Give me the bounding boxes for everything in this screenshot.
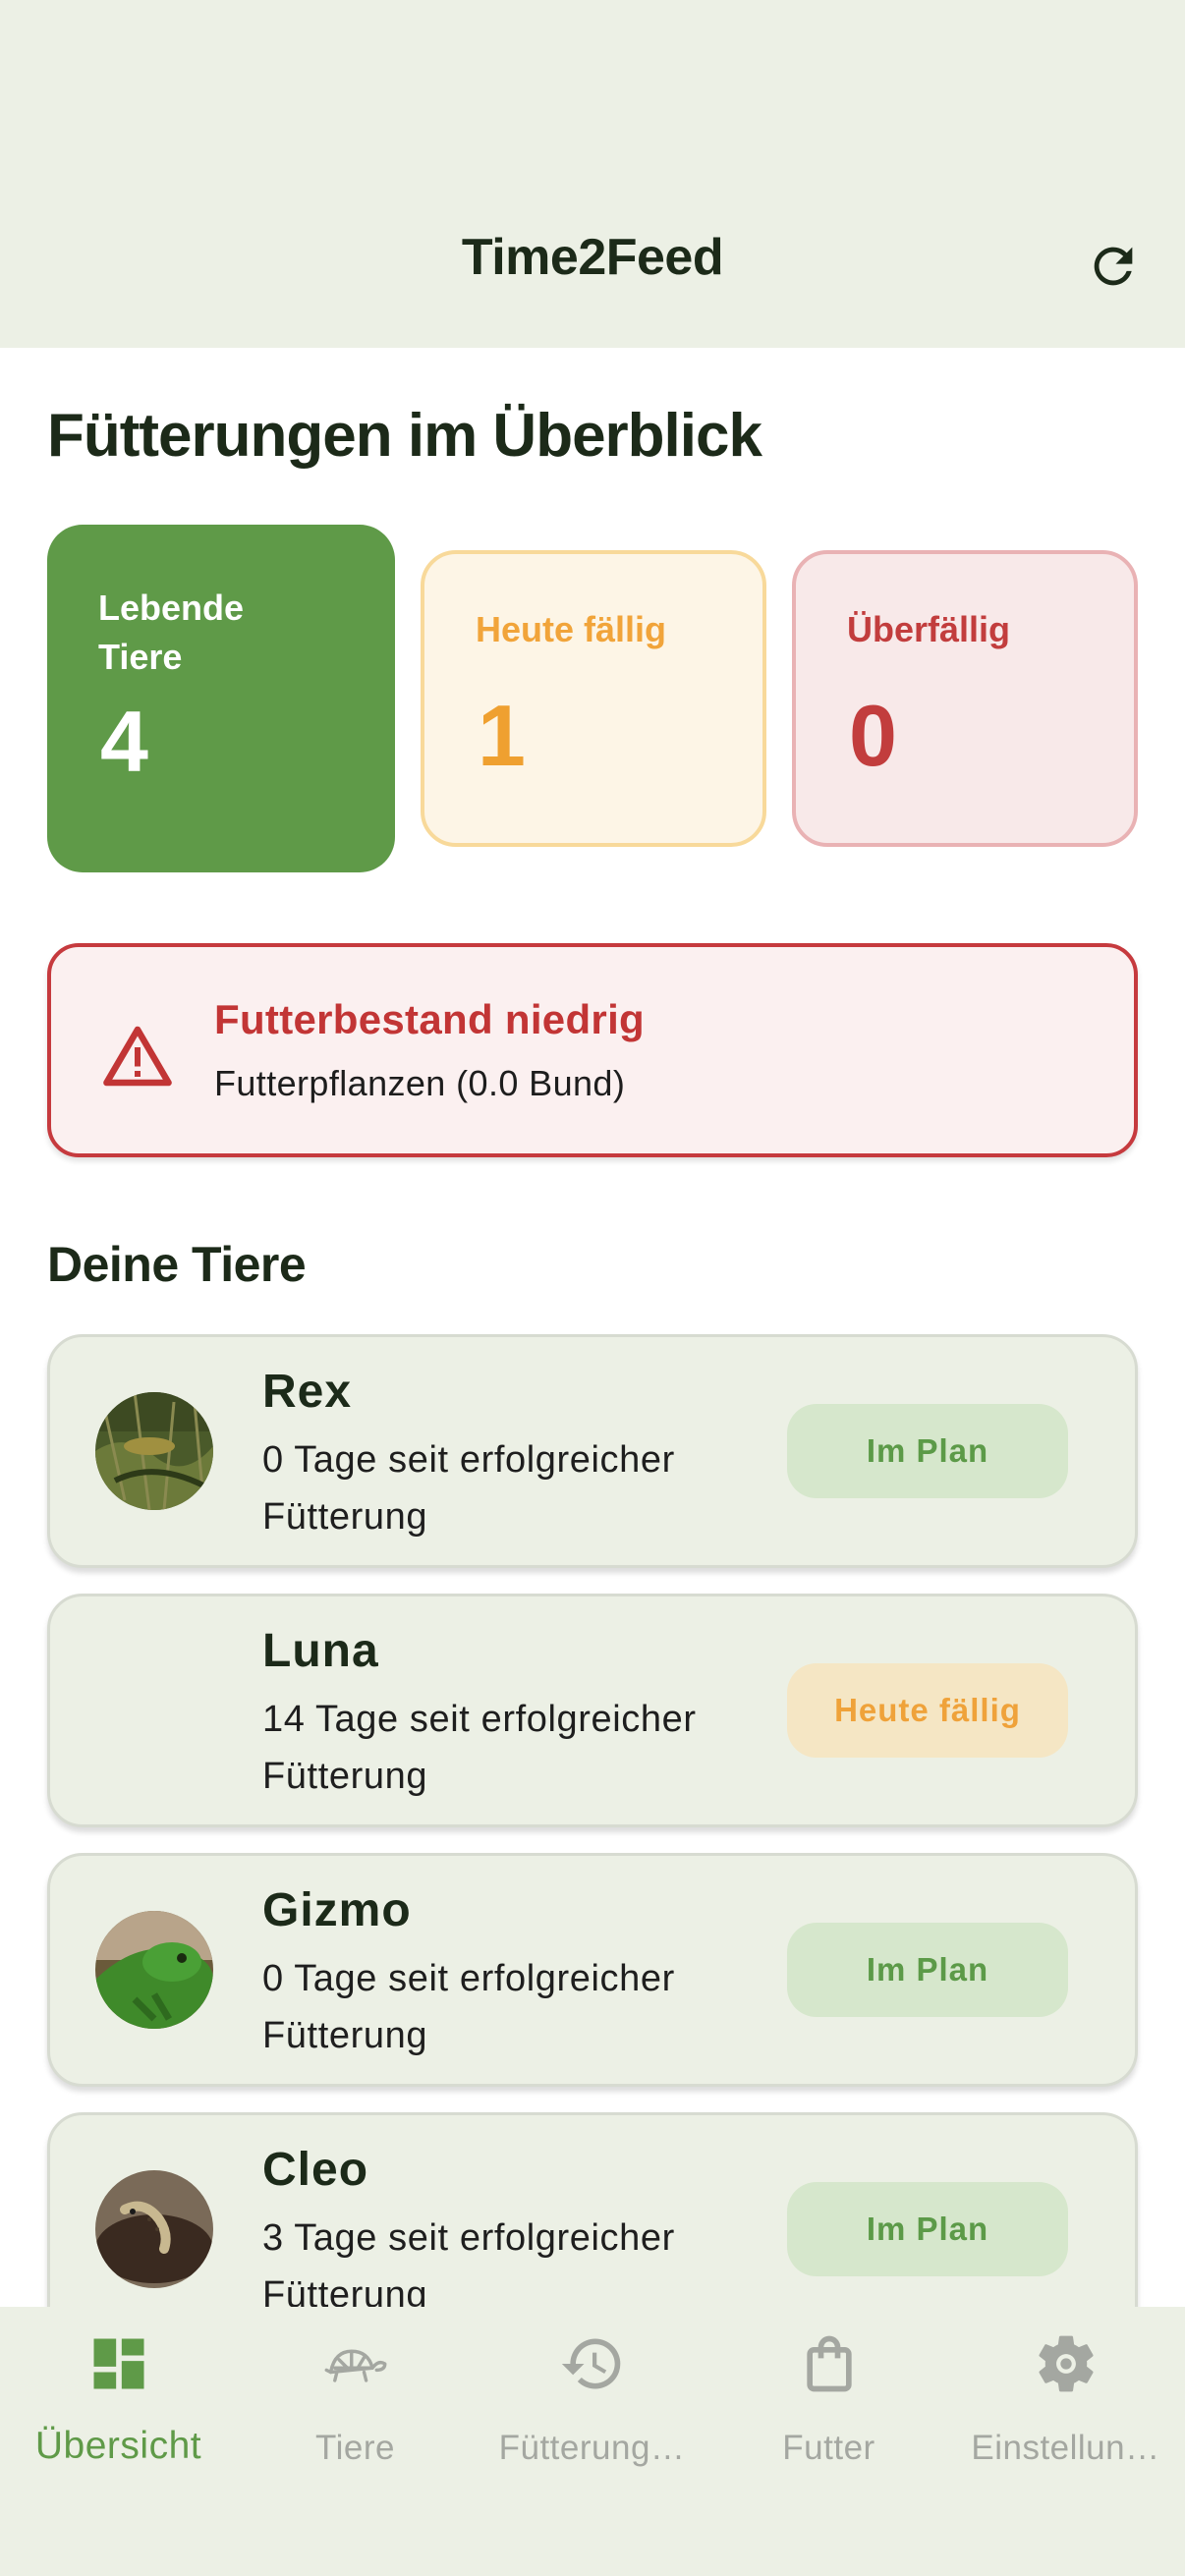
history-icon — [561, 2338, 620, 2389]
animal-feeding-info: 0 Tage seit erfolgreicher Fütterung — [262, 1439, 675, 1538]
stat-label: Überfällig — [847, 609, 1011, 649]
animal-name: Cleo — [262, 2144, 369, 2196]
stat-value: 4 — [100, 693, 148, 790]
status-badge: Heute fällig — [787, 1663, 1068, 1758]
stat-card-due-today[interactable]: Heute fällig 1 — [421, 550, 766, 847]
nav-label: Einstellun… — [971, 2429, 1160, 2467]
turtle-icon — [324, 2349, 386, 2382]
nav-label: Übersicht — [34, 2425, 202, 2467]
app-title: Time2Feed — [461, 229, 724, 286]
animal-name: Rex — [262, 1366, 353, 1418]
stat-value: 1 — [478, 687, 526, 784]
nav-item-animals[interactable]: Tiere — [237, 2307, 474, 2503]
animal-card-rex[interactable]: Rex 0 Tage seit erfolgreicher Fütterung … — [47, 1334, 1138, 1568]
animal-name: Gizmo — [262, 1884, 412, 1936]
status-badge: Im Plan — [787, 2182, 1068, 2276]
nav-label: Tiere — [315, 2429, 395, 2467]
bottom-navigation: Übersicht Tiere Fütterung… Futter Einste… — [0, 2307, 1185, 2576]
alert-title: Futterbestand niedrig — [214, 996, 645, 1042]
warning-icon — [103, 1026, 172, 1087]
app-screen: Time2Feed Fütterungen im Überblick Leben… — [0, 0, 1185, 2576]
animal-avatar — [95, 1911, 213, 2029]
animal-feeding-info: 14 Tage seit erfolgreicher Fütterung — [262, 1699, 697, 1797]
nav-label: Fütterung… — [498, 2429, 686, 2467]
stat-label: Heute fällig — [476, 609, 667, 649]
status-badge: Im Plan — [787, 1923, 1068, 2017]
animal-card-cleo[interactable]: Cleo 3 Tage seit erfolgreicher Fütterung… — [47, 2112, 1138, 2307]
animal-feeding-info: 0 Tage seit erfolgreicher Fütterung — [262, 1958, 675, 2056]
refresh-button[interactable] — [1081, 234, 1146, 299]
animal-avatar — [95, 1392, 213, 1510]
stat-value: 0 — [849, 687, 897, 784]
low-stock-alert[interactable]: Futterbestand niedrig Futterpflanzen (0.… — [47, 943, 1138, 1157]
animal-avatar — [95, 2170, 213, 2288]
stat-card-alive[interactable]: Lebende Tiere 4 — [47, 525, 395, 872]
stat-label: Lebende Tiere — [98, 588, 245, 677]
dashboard-icon — [93, 2338, 143, 2389]
animal-card-gizmo[interactable]: Gizmo 0 Tage seit erfolgreicher Fütterun… — [47, 1853, 1138, 2087]
stat-card-overdue[interactable]: Überfällig 0 — [792, 550, 1138, 847]
status-badge: Im Plan — [787, 1404, 1068, 1498]
nav-item-overview[interactable]: Übersicht — [0, 2307, 237, 2503]
nav-item-feedings[interactable]: Fütterung… — [474, 2307, 710, 2503]
animal-name: Luna — [262, 1625, 379, 1677]
shopping-bag-icon — [806, 2335, 852, 2392]
nav-item-settings[interactable]: Einstellun… — [947, 2307, 1184, 2503]
animals-section-title: Deine Tiere — [47, 1237, 307, 1292]
animal-feeding-info: 3 Tage seit erfolgreicher Fütterung — [262, 2217, 675, 2307]
animal-card-luna[interactable]: Luna 14 Tage seit erfolgreicher Fütterun… — [47, 1594, 1138, 1827]
gear-icon — [1038, 2335, 1094, 2392]
nav-item-food[interactable]: Futter — [710, 2307, 947, 2503]
nav-label: Futter — [782, 2429, 875, 2467]
alert-text: Futterpflanzen (0.0 Bund) — [214, 1063, 626, 1103]
main-content: Fütterungen im Überblick Lebende Tiere 4… — [0, 348, 1185, 2307]
overview-title: Fütterungen im Überblick — [47, 402, 762, 470]
refresh-icon — [1094, 247, 1133, 286]
app-header: Time2Feed — [0, 0, 1185, 348]
